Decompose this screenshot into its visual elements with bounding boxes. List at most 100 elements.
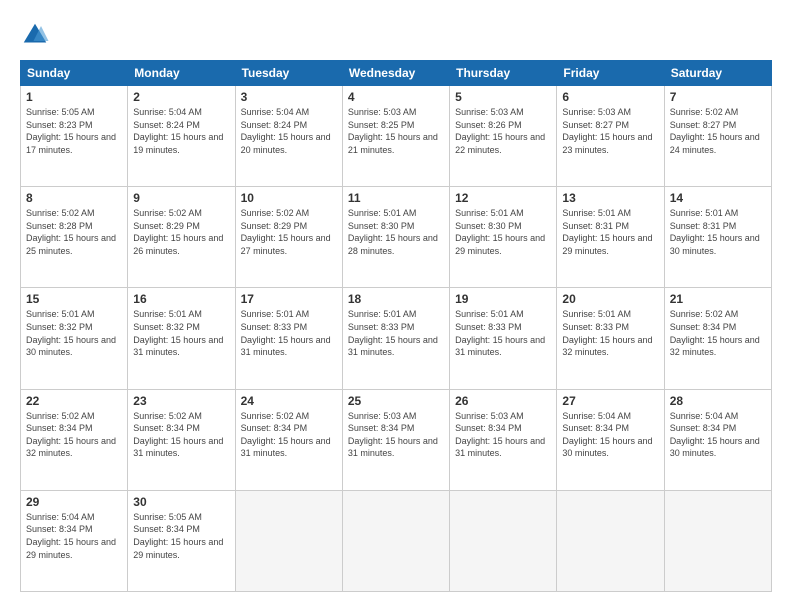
day-info: Sunrise: 5:01 AMSunset: 8:30 PMDaylight:… (455, 207, 551, 257)
day-number: 6 (562, 90, 658, 104)
day-info: Sunrise: 5:01 AMSunset: 8:33 PMDaylight:… (562, 308, 658, 358)
day-info: Sunrise: 5:03 AMSunset: 8:27 PMDaylight:… (562, 106, 658, 156)
calendar-day-8: 8 Sunrise: 5:02 AMSunset: 8:28 PMDaylight… (21, 187, 128, 288)
calendar-table: SundayMondayTuesdayWednesdayThursdayFrid… (20, 60, 772, 592)
day-number: 29 (26, 495, 122, 509)
calendar-day-11: 11 Sunrise: 5:01 AMSunset: 8:30 PMDayligh… (342, 187, 449, 288)
logo-icon (20, 20, 50, 50)
calendar-week-1: 1 Sunrise: 5:05 AMSunset: 8:23 PMDaylight… (21, 86, 772, 187)
calendar-week-3: 15 Sunrise: 5:01 AMSunset: 8:32 PMDayligh… (21, 288, 772, 389)
day-number: 20 (562, 292, 658, 306)
calendar-day-29: 29 Sunrise: 5:04 AMSunset: 8:34 PMDayligh… (21, 490, 128, 591)
day-number: 19 (455, 292, 551, 306)
day-info: Sunrise: 5:02 AMSunset: 8:34 PMDaylight:… (670, 308, 766, 358)
calendar-day-17: 17Sunrise: 5:01 AMSunset: 8:33 PMDayligh… (235, 288, 342, 389)
calendar-day-4: 4 Sunrise: 5:03 AMSunset: 8:25 PMDaylight… (342, 86, 449, 187)
day-number: 8 (26, 191, 122, 205)
day-number: 23 (133, 394, 229, 408)
day-info: Sunrise: 5:01 AMSunset: 8:31 PMDaylight:… (670, 207, 766, 257)
day-info: Sunrise: 5:01 AMSunset: 8:32 PMDaylight:… (26, 308, 122, 358)
page: SundayMondayTuesdayWednesdayThursdayFrid… (0, 0, 792, 612)
day-info: Sunrise: 5:01 AMSunset: 8:32 PMDaylight:… (133, 308, 229, 358)
day-number: 11 (348, 191, 444, 205)
calendar-day-empty (450, 490, 557, 591)
day-number: 12 (455, 191, 551, 205)
calendar-day-empty (342, 490, 449, 591)
calendar-header-tuesday: Tuesday (235, 61, 342, 86)
day-number: 27 (562, 394, 658, 408)
day-number: 15 (26, 292, 122, 306)
day-info: Sunrise: 5:01 AMSunset: 8:30 PMDaylight:… (348, 207, 444, 257)
day-info: Sunrise: 5:04 AMSunset: 8:34 PMDaylight:… (562, 410, 658, 460)
day-number: 24 (241, 394, 337, 408)
day-info: Sunrise: 5:01 AMSunset: 8:33 PMDaylight:… (455, 308, 551, 358)
calendar-day-30: 30Sunrise: 5:05 AMSunset: 8:34 PMDayligh… (128, 490, 235, 591)
day-info: Sunrise: 5:03 AMSunset: 8:34 PMDaylight:… (348, 410, 444, 460)
day-info: Sunrise: 5:02 AMSunset: 8:34 PMDaylight:… (241, 410, 337, 460)
calendar-day-23: 23 Sunrise: 5:02 AMSunset: 8:34 PMDayligh… (128, 389, 235, 490)
calendar-day-6: 6 Sunrise: 5:03 AMSunset: 8:27 PMDaylight… (557, 86, 664, 187)
day-number: 18 (348, 292, 444, 306)
day-info: Sunrise: 5:02 AMSunset: 8:28 PMDaylight:… (26, 207, 122, 257)
calendar-day-21: 21 Sunrise: 5:02 AMSunset: 8:34 PMDayligh… (664, 288, 771, 389)
calendar-day-empty (664, 490, 771, 591)
day-number: 10 (241, 191, 337, 205)
day-info: Sunrise: 5:01 AMSunset: 8:33 PMDaylight:… (348, 308, 444, 358)
calendar-day-25: 25Sunrise: 5:03 AMSunset: 8:34 PMDayligh… (342, 389, 449, 490)
day-info: Sunrise: 5:04 AMSunset: 8:34 PMDaylight:… (26, 511, 122, 561)
day-info: Sunrise: 5:02 AMSunset: 8:29 PMDaylight:… (241, 207, 337, 257)
day-info: Sunrise: 5:03 AMSunset: 8:34 PMDaylight:… (455, 410, 551, 460)
day-info: Sunrise: 5:03 AMSunset: 8:26 PMDaylight:… (455, 106, 551, 156)
day-number: 3 (241, 90, 337, 104)
calendar-day-1: 1 Sunrise: 5:05 AMSunset: 8:23 PMDaylight… (21, 86, 128, 187)
calendar-header-thursday: Thursday (450, 61, 557, 86)
day-info: Sunrise: 5:02 AMSunset: 8:34 PMDaylight:… (26, 410, 122, 460)
day-info: Sunrise: 5:05 AMSunset: 8:34 PMDaylight:… (133, 511, 229, 561)
calendar-header-wednesday: Wednesday (342, 61, 449, 86)
day-number: 14 (670, 191, 766, 205)
day-info: Sunrise: 5:02 AMSunset: 8:34 PMDaylight:… (133, 410, 229, 460)
day-info: Sunrise: 5:01 AMSunset: 8:31 PMDaylight:… (562, 207, 658, 257)
day-number: 28 (670, 394, 766, 408)
day-number: 26 (455, 394, 551, 408)
calendar-day-10: 10 Sunrise: 5:02 AMSunset: 8:29 PMDayligh… (235, 187, 342, 288)
day-info: Sunrise: 5:04 AMSunset: 8:24 PMDaylight:… (133, 106, 229, 156)
calendar-header-sunday: Sunday (21, 61, 128, 86)
calendar-day-5: 5 Sunrise: 5:03 AMSunset: 8:26 PMDaylight… (450, 86, 557, 187)
calendar-week-4: 22 Sunrise: 5:02 AMSunset: 8:34 PMDayligh… (21, 389, 772, 490)
calendar-week-5: 29 Sunrise: 5:04 AMSunset: 8:34 PMDayligh… (21, 490, 772, 591)
calendar-header-friday: Friday (557, 61, 664, 86)
calendar-day-15: 15 Sunrise: 5:01 AMSunset: 8:32 PMDayligh… (21, 288, 128, 389)
day-info: Sunrise: 5:02 AMSunset: 8:27 PMDaylight:… (670, 106, 766, 156)
day-info: Sunrise: 5:04 AMSunset: 8:34 PMDaylight:… (670, 410, 766, 460)
calendar-day-14: 14 Sunrise: 5:01 AMSunset: 8:31 PMDayligh… (664, 187, 771, 288)
day-number: 1 (26, 90, 122, 104)
calendar-day-16: 16 Sunrise: 5:01 AMSunset: 8:32 PMDayligh… (128, 288, 235, 389)
calendar-header-row: SundayMondayTuesdayWednesdayThursdayFrid… (21, 61, 772, 86)
calendar-day-2: 2 Sunrise: 5:04 AMSunset: 8:24 PMDaylight… (128, 86, 235, 187)
calendar-day-26: 26 Sunrise: 5:03 AMSunset: 8:34 PMDayligh… (450, 389, 557, 490)
day-info: Sunrise: 5:02 AMSunset: 8:29 PMDaylight:… (133, 207, 229, 257)
day-info: Sunrise: 5:05 AMSunset: 8:23 PMDaylight:… (26, 106, 122, 156)
calendar-day-12: 12 Sunrise: 5:01 AMSunset: 8:30 PMDayligh… (450, 187, 557, 288)
calendar-day-9: 9 Sunrise: 5:02 AMSunset: 8:29 PMDaylight… (128, 187, 235, 288)
day-number: 5 (455, 90, 551, 104)
day-number: 2 (133, 90, 229, 104)
calendar-day-24: 24 Sunrise: 5:02 AMSunset: 8:34 PMDayligh… (235, 389, 342, 490)
day-number: 9 (133, 191, 229, 205)
logo (20, 20, 54, 50)
day-number: 16 (133, 292, 229, 306)
calendar-header-saturday: Saturday (664, 61, 771, 86)
calendar-week-2: 8 Sunrise: 5:02 AMSunset: 8:28 PMDaylight… (21, 187, 772, 288)
day-info: Sunrise: 5:03 AMSunset: 8:25 PMDaylight:… (348, 106, 444, 156)
day-number: 4 (348, 90, 444, 104)
calendar-day-3: 3Sunrise: 5:04 AMSunset: 8:24 PMDaylight… (235, 86, 342, 187)
day-number: 7 (670, 90, 766, 104)
day-number: 22 (26, 394, 122, 408)
calendar-day-empty (235, 490, 342, 591)
calendar-day-19: 19 Sunrise: 5:01 AMSunset: 8:33 PMDayligh… (450, 288, 557, 389)
calendar-day-18: 18 Sunrise: 5:01 AMSunset: 8:33 PMDayligh… (342, 288, 449, 389)
day-number: 13 (562, 191, 658, 205)
day-number: 21 (670, 292, 766, 306)
calendar-header-monday: Monday (128, 61, 235, 86)
